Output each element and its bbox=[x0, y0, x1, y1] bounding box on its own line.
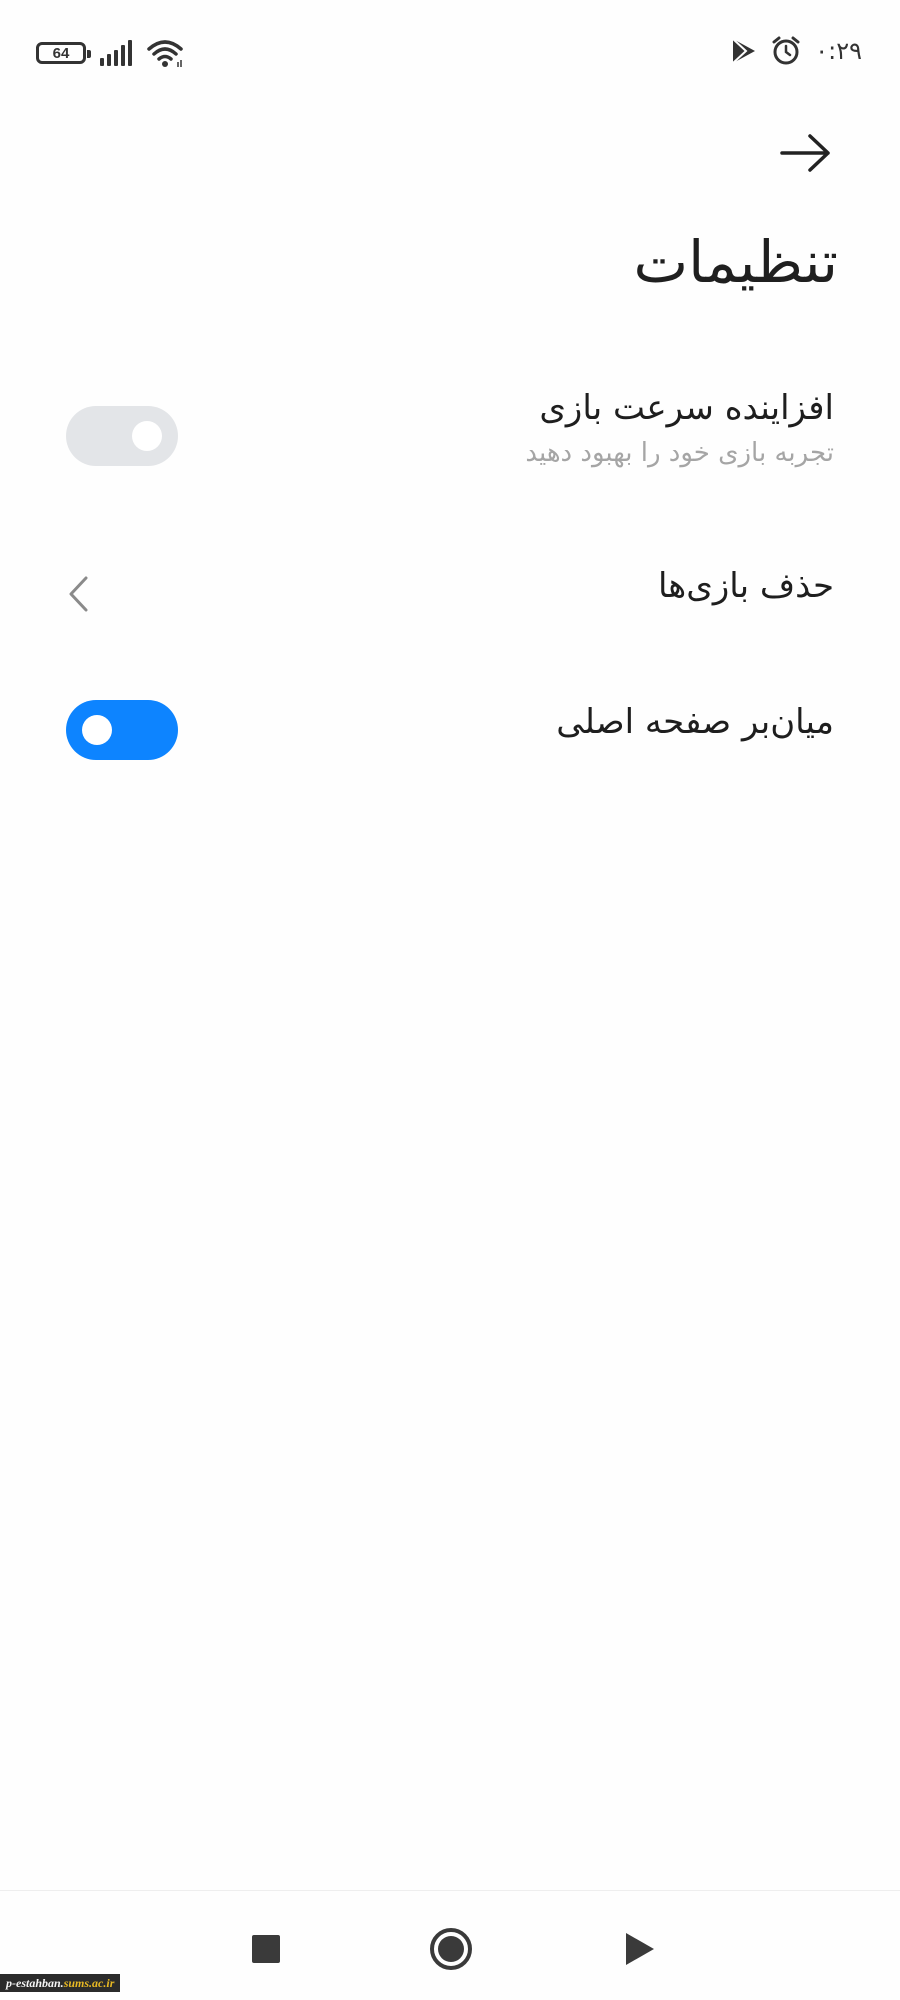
back-button[interactable] bbox=[778, 130, 834, 176]
back-triangle-icon[interactable] bbox=[626, 1933, 654, 1965]
recents-square-icon[interactable] bbox=[252, 1935, 280, 1963]
setting-game-turbo[interactable]: افزاینده سرعت بازی تجربه بازی خود را بهب… bbox=[0, 388, 900, 498]
settings-screen: 64 ۰:۲۹ تنظیمات افزاینده سرعت بازی تجربه… bbox=[0, 0, 900, 2000]
arrow-right-icon bbox=[780, 134, 830, 172]
play-store-icon bbox=[732, 38, 756, 64]
page-title: تنظیمات bbox=[633, 228, 838, 296]
cellular-signal-icon bbox=[100, 40, 132, 66]
status-bar: 64 ۰:۲۹ bbox=[0, 0, 900, 108]
setting-home-shortcut[interactable]: میان‌بر صفحه اصلی bbox=[0, 694, 900, 764]
clock: ۰:۲۹ bbox=[815, 37, 862, 65]
watermark: p-estahban.sums.ac.ir bbox=[0, 1974, 121, 1992]
battery-icon: 64 bbox=[36, 42, 91, 64]
game-turbo-toggle[interactable] bbox=[66, 406, 178, 466]
status-bar-right: ۰:۲۹ bbox=[731, 36, 862, 66]
chevron-left-icon bbox=[69, 576, 88, 612]
setting-remove-games-text: حذف بازی‌ها bbox=[658, 566, 834, 606]
setting-home-shortcut-text: میان‌بر صفحه اصلی bbox=[556, 702, 834, 742]
setting-game-turbo-subtitle: تجربه بازی خود را بهبود دهید bbox=[525, 438, 834, 468]
watermark-suffix: sums.ac.ir bbox=[63, 1976, 115, 1990]
status-bar-left: 64 bbox=[36, 38, 184, 68]
home-circle-icon[interactable] bbox=[430, 1928, 472, 1970]
home-circle-dot bbox=[438, 1936, 464, 1962]
navigation-bar bbox=[0, 1890, 900, 2000]
setting-home-shortcut-label: میان‌بر صفحه اصلی bbox=[556, 702, 834, 742]
wifi-icon bbox=[147, 40, 183, 67]
setting-remove-games[interactable]: حذف بازی‌ها bbox=[0, 560, 900, 630]
setting-game-turbo-text: افزاینده سرعت بازی تجربه بازی خود را بهب… bbox=[525, 388, 834, 468]
toggle-knob bbox=[132, 421, 162, 451]
home-shortcut-toggle[interactable] bbox=[66, 700, 178, 760]
alarm-icon bbox=[772, 36, 800, 65]
setting-remove-games-label: حذف بازی‌ها bbox=[657, 566, 834, 606]
battery-level: 64 bbox=[52, 44, 70, 62]
setting-game-turbo-label: افزاینده سرعت بازی bbox=[539, 388, 834, 428]
watermark-prefix: p-estahban. bbox=[6, 1976, 64, 1990]
toggle-knob bbox=[82, 715, 112, 745]
